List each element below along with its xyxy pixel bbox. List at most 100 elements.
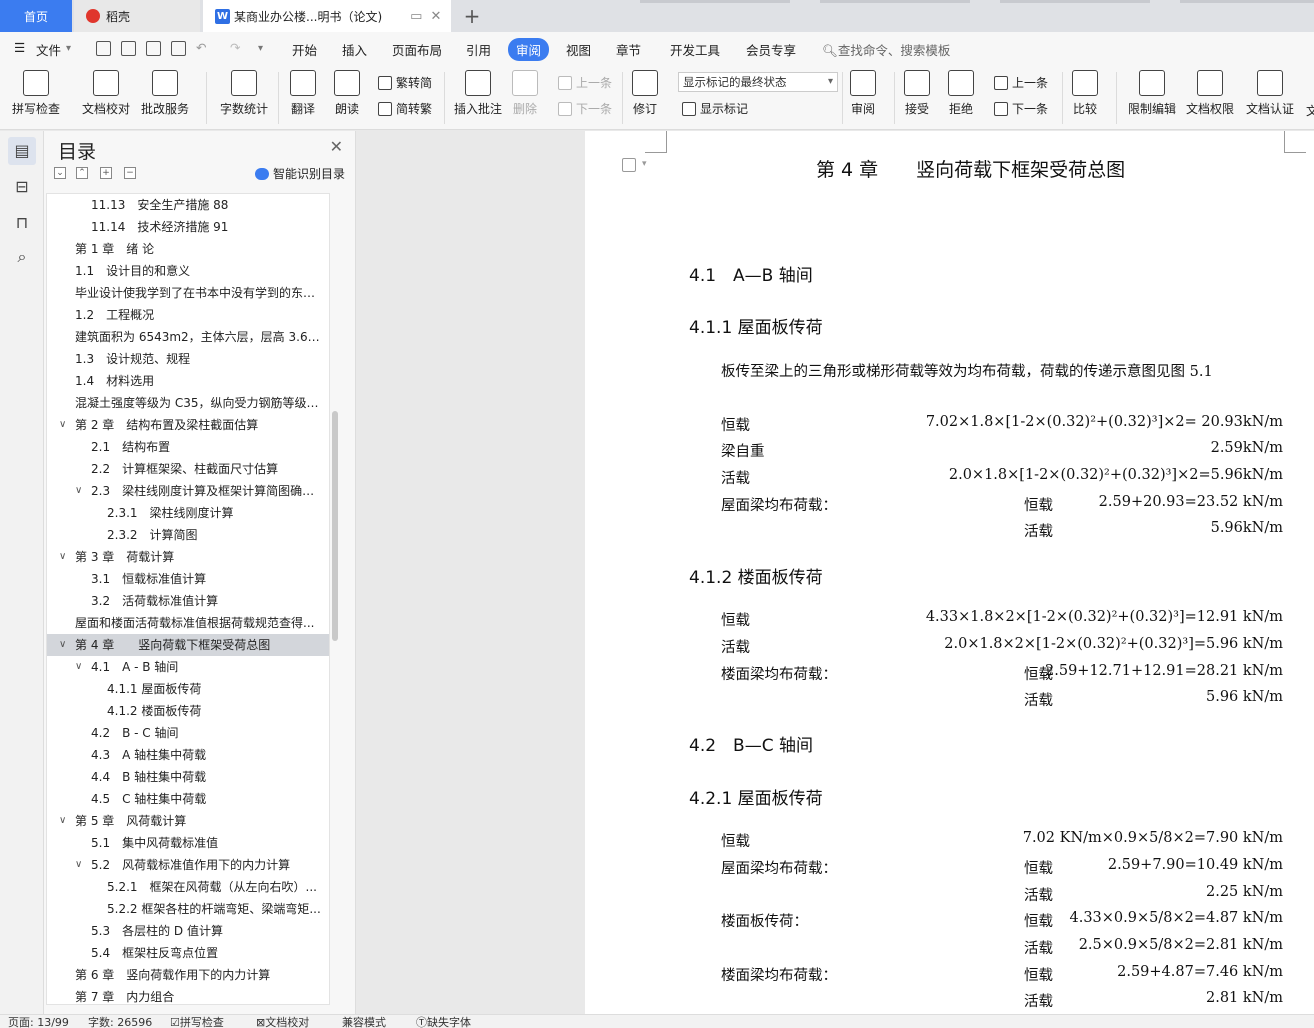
toc-item[interactable]: 5.3 各层柱的 D 值计算 xyxy=(47,920,329,942)
prev-comment-button[interactable]: 上一条 xyxy=(558,74,612,91)
smart-toc-button[interactable]: 智能识别目录 xyxy=(254,165,345,182)
menu-devtools[interactable]: 开发工具 xyxy=(670,40,720,59)
redo-icon[interactable]: ↷ xyxy=(230,40,240,55)
toc-remove-icon[interactable]: − xyxy=(124,167,136,179)
to-simplified-button[interactable]: 简转繁 xyxy=(378,100,432,117)
markup-state-select[interactable]: 显示标记的最终状态 xyxy=(678,72,838,92)
close-icon[interactable]: ✕ xyxy=(330,137,343,156)
toc-collapse-all-icon[interactable]: ⌄ xyxy=(54,167,66,179)
toc-item[interactable]: 2.3.2 计算简图 xyxy=(47,524,329,546)
to-traditional-button[interactable]: 繁转简 xyxy=(378,74,432,91)
menu-member[interactable]: 会员专享 xyxy=(746,40,796,59)
toc-expand-up-icon[interactable]: ⌃ xyxy=(76,167,88,179)
doc-proof-toggle[interactable]: ⊠文档校对 xyxy=(256,1017,309,1028)
menu-review[interactable]: 审阅 xyxy=(508,38,550,61)
toc-item[interactable]: 4.5 C 轴柱集中荷载 xyxy=(47,788,329,810)
doc-permission-button[interactable]: 文档权限 xyxy=(1186,70,1234,117)
hamburger-icon[interactable]: ☰ xyxy=(14,40,25,55)
chevron-down-icon[interactable]: ∨ xyxy=(75,656,82,678)
chevron-down-icon[interactable]: ▾ xyxy=(66,43,71,54)
float-window-icon[interactable]: ▭ xyxy=(410,9,422,24)
save-icon[interactable] xyxy=(96,41,111,56)
tab-daoke[interactable]: 稻壳 xyxy=(74,0,200,32)
toc-item[interactable]: 5.4 框架柱反弯点位置 xyxy=(47,942,329,964)
tab-document[interactable]: W 某商业办公楼...明书（论文) ▭ ✕ xyxy=(203,0,451,32)
spellcheck-toggle[interactable]: ☑拼写检查 xyxy=(170,1017,224,1028)
toc-item[interactable]: 建筑面积为 6543m2，主体六层，层高 3.6m... xyxy=(47,326,329,348)
toc-scrollbar[interactable] xyxy=(332,411,338,641)
toc-item[interactable]: 5.1 集中风荷载标准值 xyxy=(47,832,329,854)
chevron-down-icon[interactable]: ∨ xyxy=(75,854,82,876)
export-pdf-icon[interactable] xyxy=(121,41,136,56)
toc-item[interactable]: 1.4 材料选用 xyxy=(47,370,329,392)
missing-font-indicator[interactable]: Ⓣ缺失字体 xyxy=(416,1017,471,1028)
review-pane-button[interactable]: 审阅 xyxy=(850,70,876,117)
outline-icon[interactable]: ▤ xyxy=(8,137,36,165)
toc-item[interactable]: 11.14 技术经济措施 91 xyxy=(47,216,329,238)
translate-button[interactable]: 翻译 xyxy=(290,70,316,117)
toc-item[interactable]: 2.2 计算框架梁、柱截面尺寸估算 xyxy=(47,458,329,480)
chevron-down-icon[interactable]: ∨ xyxy=(59,546,66,568)
print-preview-icon[interactable] xyxy=(171,41,186,56)
reject-button[interactable]: 拒绝 xyxy=(948,70,974,117)
word-count-button[interactable]: 字数统计 xyxy=(220,70,268,117)
show-markup-button[interactable]: 显示标记 xyxy=(682,100,748,117)
compare-button[interactable]: 比较 xyxy=(1072,70,1098,117)
insert-comment-button[interactable]: 插入批注 xyxy=(454,70,502,117)
bookmark-icon[interactable]: ⊓ xyxy=(12,213,32,233)
toc-item[interactable]: 3.2 活荷载标准值计算 xyxy=(47,590,329,612)
toc-item[interactable]: ∨ 4.1 A - B 轴间 xyxy=(47,656,329,678)
toc-item[interactable]: 4.1.1 屋面板传荷 xyxy=(47,678,329,700)
read-aloud-button[interactable]: 朗读 xyxy=(334,70,360,117)
toc-item[interactable]: 混凝土强度等级为 C35，纵向受力钢筋等级为... xyxy=(47,392,329,414)
toc-item[interactable]: 第 6 章 竖向荷载作用下的内力计算 xyxy=(47,964,329,986)
next-comment-button[interactable]: 下一条 xyxy=(558,100,612,117)
search-icon[interactable]: ⌕ xyxy=(12,247,32,267)
menu-view[interactable]: 视图 xyxy=(566,40,591,59)
toc-item[interactable]: ∨ 第 2 章 结构布置及梁柱截面估算 xyxy=(47,414,329,436)
menu-insert[interactable]: 插入 xyxy=(342,40,367,59)
quick-access-more-icon[interactable]: ▾ xyxy=(258,43,263,54)
chevron-down-icon[interactable]: ∨ xyxy=(59,810,66,832)
toc-item[interactable]: 5.2.1 框架在风荷载（从左向右吹）... xyxy=(47,876,329,898)
chevron-down-icon[interactable]: ∨ xyxy=(75,480,82,502)
menu-start[interactable]: 开始 xyxy=(292,40,317,59)
chevron-down-icon[interactable]: ∨ xyxy=(59,414,66,436)
chapter-nav-icon[interactable]: ⊟ xyxy=(12,177,32,197)
restrict-edit-button[interactable]: 限制编辑 xyxy=(1128,70,1176,117)
toc-item[interactable]: 4.2 B - C 轴间 xyxy=(47,722,329,744)
print-icon[interactable] xyxy=(146,41,161,56)
next-change-button[interactable]: 下一条 xyxy=(994,100,1048,117)
toc-item[interactable]: ∨ 第 5 章 风荷载计算 xyxy=(47,810,329,832)
menu-layout[interactable]: 页面布局 xyxy=(392,40,442,59)
toc-item[interactable]: 第 7 章 内力组合 xyxy=(47,986,329,1004)
toc-item[interactable]: 2.3.1 梁柱线刚度计算 xyxy=(47,502,329,524)
toc-item[interactable]: 1.3 设计规范、规程 xyxy=(47,348,329,370)
toc-item[interactable]: 11.13 安全生产措施 88 xyxy=(47,194,329,216)
toc-item[interactable]: 第 1 章 绪 论 xyxy=(47,238,329,260)
menu-reference[interactable]: 引用 xyxy=(466,40,491,59)
doc-proof-button[interactable]: 文档校对 xyxy=(82,70,130,117)
toc-item[interactable]: 4.1.2 楼面板传荷 xyxy=(47,700,329,722)
toc-item[interactable]: ∨ 2.3 梁柱线刚度计算及框架计算简图确定... xyxy=(47,480,329,502)
toc-item[interactable]: ∨ 第 4 章 竖向荷载下框架受荷总图 xyxy=(47,634,329,656)
revise-button[interactable]: 修订 xyxy=(632,70,658,117)
menu-chapter[interactable]: 章节 xyxy=(616,40,641,59)
toc-item[interactable]: 4.3 A 轴柱集中荷载 xyxy=(47,744,329,766)
accept-button[interactable]: 接受 xyxy=(904,70,930,117)
doc-cert-button[interactable]: 文档认证 xyxy=(1246,70,1294,117)
spellcheck-button[interactable]: 拼写检查 xyxy=(12,70,60,117)
menu-file[interactable]: 文件 xyxy=(36,40,61,59)
toc-item[interactable]: 3.1 恒载标准值计算 xyxy=(47,568,329,590)
toc-item[interactable]: 屋面和楼面活荷载标准值根据荷载规范查得... xyxy=(47,612,329,634)
page-indicator[interactable]: 页面: 13/99 xyxy=(8,1017,69,1028)
toc-add-icon[interactable]: + xyxy=(100,167,112,179)
close-tab-icon[interactable]: ✕ xyxy=(430,9,441,24)
revise-service-button[interactable]: 批改服务 xyxy=(141,70,189,117)
toc-item[interactable]: 5.2.2 框架各柱的杆端弯矩、梁端弯矩... xyxy=(47,898,329,920)
toc-item[interactable]: 2.1 结构布置 xyxy=(47,436,329,458)
word-count-indicator[interactable]: 字数: 26596 xyxy=(88,1017,152,1028)
toc-item[interactable]: ∨ 第 3 章 荷载计算 xyxy=(47,546,329,568)
undo-icon[interactable]: ↶ xyxy=(196,40,206,55)
prev-change-button[interactable]: 上一条 xyxy=(994,74,1048,91)
